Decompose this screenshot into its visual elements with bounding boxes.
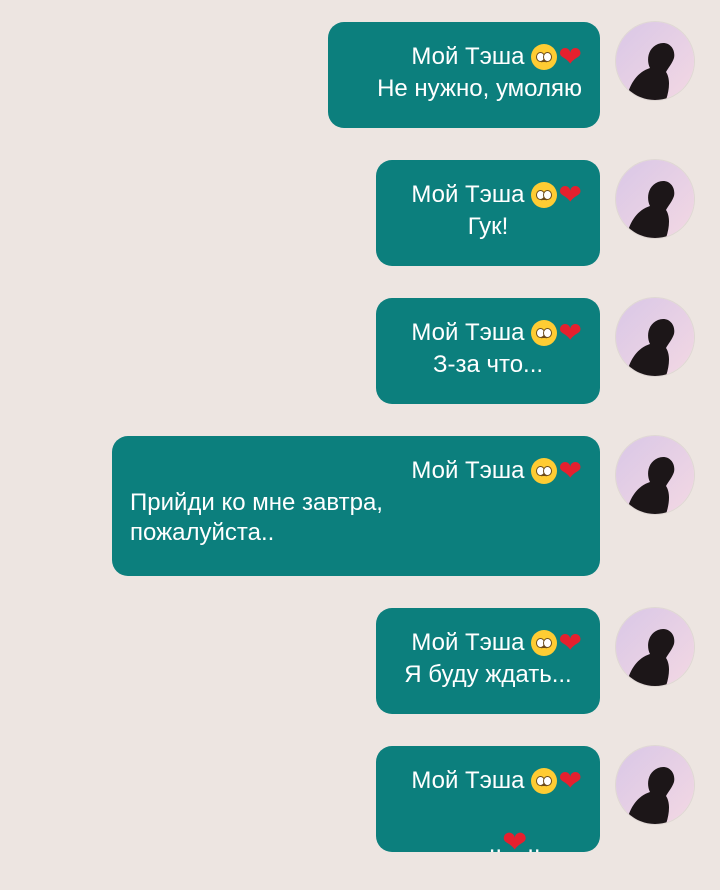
avatar[interactable] <box>616 746 694 824</box>
pleading-face-icon <box>530 320 557 346</box>
heart-icon: ❤ <box>558 179 582 210</box>
pleading-face-icon <box>530 458 557 484</box>
pleading-face-icon <box>530 182 557 208</box>
dots-after: .. <box>527 831 541 858</box>
avatar[interactable] <box>616 22 694 100</box>
message-row: Мой Тэша ❤ Прийди ко мне завтра, пожалуй… <box>0 436 720 576</box>
message-bubble[interactable]: Мой Тэша ❤ ..❤.. <box>376 746 600 858</box>
dots-before: .. <box>488 831 503 858</box>
sender-name: Мой Тэша <box>411 43 525 70</box>
pleading-face-icon <box>530 44 557 70</box>
sender-name: Мой Тэша <box>411 457 525 484</box>
message-bubble[interactable]: Мой Тэша ❤ З-за что... <box>376 298 600 404</box>
message-row: Мой Тэша ❤ З-за что... <box>0 298 720 418</box>
sender-name: Мой Тэша <box>411 319 525 346</box>
heart-icon: ❤ <box>558 627 582 658</box>
sender-line: Мой Тэша ❤ <box>394 180 582 210</box>
sender-name: Мой Тэша <box>411 767 525 794</box>
heart-icon: ❤ <box>558 455 582 486</box>
avatar[interactable] <box>616 608 694 686</box>
pleading-face-icon <box>530 768 557 794</box>
message-row: Мой Тэша ❤ Гук! <box>0 160 720 280</box>
sender-line: Мой Тэша ❤ <box>394 628 582 658</box>
message-text: Не нужно, умоляю <box>377 75 582 102</box>
message-text: ..❤.. <box>394 798 582 890</box>
message-text: З-за что... <box>432 351 544 378</box>
heart-icon: ❤ <box>558 41 582 72</box>
message-row: Мой Тэша ❤ ..❤.. <box>0 746 720 866</box>
message-row: Мой Тэша ❤ Не нужно, умоляю <box>0 22 720 142</box>
message-text: Я буду ждать... <box>404 661 572 688</box>
pleading-face-icon <box>530 630 557 656</box>
chat-thread: Мой Тэша ❤ Не нужно, умоляю Мой Тэша ❤ Г… <box>0 0 720 860</box>
sender-line: Мой Тэша ❤ <box>394 318 582 348</box>
message-text: Гук! <box>467 213 509 240</box>
message-row: Мой Тэша ❤ Я буду ждать... <box>0 608 720 728</box>
avatar[interactable] <box>616 436 694 514</box>
sender-line: Мой Тэша ❤ <box>394 766 582 796</box>
heart-icon: ❤ <box>558 317 582 348</box>
heart-icon: ❤ <box>558 765 582 796</box>
message-bubble[interactable]: Мой Тэша ❤ Прийди ко мне завтра, пожалуй… <box>112 436 600 576</box>
sender-name: Мой Тэша <box>411 629 525 656</box>
message-bubble[interactable]: Мой Тэша ❤ Гук! <box>376 160 600 266</box>
sender-line: Мой Тэша ❤ <box>346 42 582 72</box>
message-bubble[interactable]: Мой Тэша ❤ Не нужно, умоляю <box>328 22 600 128</box>
heart-icon: ❤ <box>502 826 528 859</box>
avatar[interactable] <box>616 298 694 376</box>
sender-line: Мой Тэша ❤ <box>130 456 582 486</box>
sender-name: Мой Тэша <box>411 181 525 208</box>
message-text: Прийди ко мне завтра, пожалуйста.. <box>130 489 383 546</box>
message-bubble[interactable]: Мой Тэша ❤ Я буду ждать... <box>376 608 600 714</box>
avatar[interactable] <box>616 160 694 238</box>
